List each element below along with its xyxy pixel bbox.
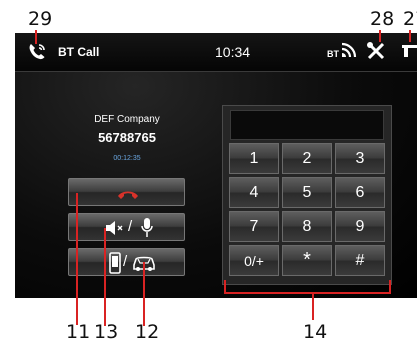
phone-number: 56788765 bbox=[98, 130, 156, 145]
home-icon[interactable] bbox=[401, 43, 417, 64]
key-8[interactable]: 8 bbox=[282, 211, 332, 242]
key-star[interactable]: * bbox=[282, 245, 332, 276]
leader-14-left bbox=[224, 280, 226, 294]
key-0-plus[interactable]: 0/+ bbox=[229, 245, 279, 276]
speaker-mute-icon bbox=[104, 219, 126, 242]
callout-13: 13 bbox=[94, 321, 119, 343]
bt-label: BT bbox=[327, 49, 339, 59]
callout-28: 28 bbox=[370, 8, 395, 30]
leader-29 bbox=[35, 30, 37, 44]
key-1[interactable]: 1 bbox=[229, 143, 279, 174]
bt-phone-icon[interactable] bbox=[27, 42, 47, 67]
audio-transfer-button[interactable]: / bbox=[68, 248, 185, 276]
key-5[interactable]: 5 bbox=[282, 177, 332, 208]
callout-29: 29 bbox=[28, 8, 53, 30]
mute-separator: / bbox=[128, 218, 133, 235]
leader-28 bbox=[379, 30, 381, 42]
key-4[interactable]: 4 bbox=[229, 177, 279, 208]
dial-keypad: 1 2 3 4 5 6 7 8 9 0/+ * # bbox=[222, 105, 392, 285]
key-7[interactable]: 7 bbox=[229, 211, 279, 242]
callout-12: 12 bbox=[135, 321, 160, 343]
settings-tools-icon[interactable] bbox=[366, 41, 386, 66]
leader-14-bracket bbox=[224, 292, 391, 294]
microphone-icon bbox=[140, 217, 154, 244]
leader-12 bbox=[143, 262, 145, 326]
callout-14: 14 bbox=[303, 321, 328, 343]
callout-11: 11 bbox=[66, 321, 91, 343]
callout-27: 27 bbox=[403, 8, 417, 30]
key-9[interactable]: 9 bbox=[335, 211, 385, 242]
app-title: BT Call bbox=[58, 45, 100, 59]
leader-13 bbox=[104, 228, 106, 326]
leader-27 bbox=[409, 30, 411, 42]
transfer-separator: / bbox=[123, 253, 128, 270]
clock: 10:34 bbox=[215, 44, 251, 60]
key-3[interactable]: 3 bbox=[335, 143, 385, 174]
call-duration: 00:12:35 bbox=[113, 155, 141, 162]
leader-14-stem bbox=[312, 292, 314, 320]
hang-up-button[interactable] bbox=[68, 178, 185, 206]
contact-name: DEF Company bbox=[94, 114, 160, 125]
dial-display bbox=[230, 110, 384, 140]
leader-14-right bbox=[389, 280, 391, 294]
status-bar: BT Call 10:34 BT bbox=[15, 33, 417, 72]
key-2[interactable]: 2 bbox=[282, 143, 332, 174]
signal-icon bbox=[340, 41, 358, 64]
hang-up-icon bbox=[117, 187, 139, 205]
key-6[interactable]: 6 bbox=[335, 177, 385, 208]
leader-11 bbox=[76, 193, 78, 325]
key-hash[interactable]: # bbox=[335, 245, 385, 276]
mute-mic-button[interactable]: / bbox=[68, 213, 185, 241]
mobile-phone-icon bbox=[109, 252, 121, 279]
